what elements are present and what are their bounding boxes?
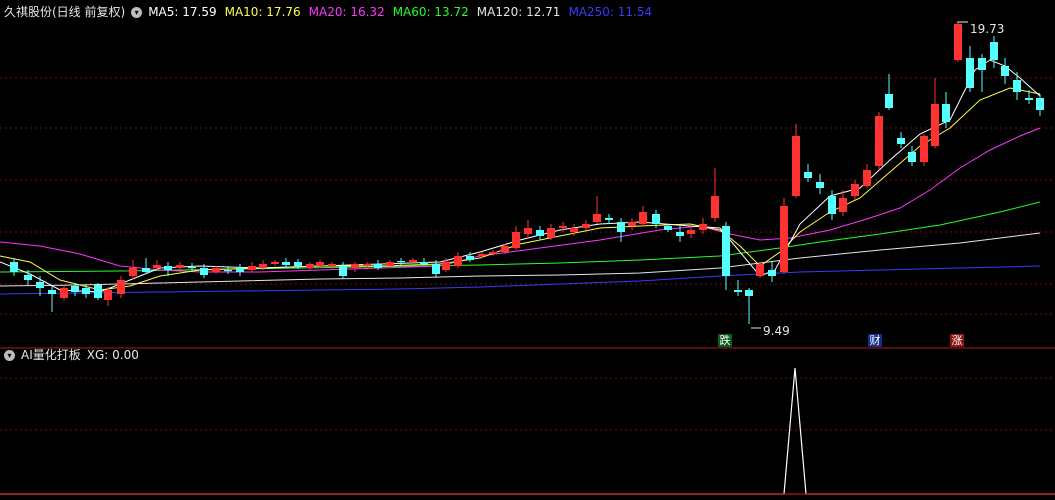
candle — [48, 286, 56, 312]
ma-line — [0, 127, 1041, 273]
candle — [1013, 72, 1021, 100]
candle — [524, 220, 532, 238]
candle — [271, 260, 279, 266]
candle — [94, 283, 102, 300]
ma-line — [0, 59, 1041, 293]
candle — [129, 260, 137, 280]
candle — [734, 280, 742, 296]
candle — [756, 262, 764, 278]
candle — [687, 226, 695, 238]
candle — [478, 252, 486, 258]
candle — [60, 286, 68, 300]
candle — [954, 22, 962, 62]
settings-chevron-icon[interactable]: ▾ — [131, 6, 143, 18]
xg-signal-line — [0, 367, 1055, 495]
candle — [593, 196, 601, 224]
moving-average-lines — [0, 59, 1041, 295]
candle — [142, 258, 150, 274]
candle — [328, 262, 336, 270]
candle — [559, 222, 567, 232]
price-grid — [0, 77, 1055, 315]
candle — [897, 132, 905, 148]
candle — [863, 164, 871, 188]
candle — [978, 54, 986, 92]
candle — [236, 264, 244, 276]
candle — [745, 288, 753, 324]
candle — [306, 262, 314, 270]
candle — [547, 224, 555, 240]
high-price-label: 19.73 — [970, 22, 1004, 36]
candle — [792, 124, 800, 198]
event-badge-finance[interactable]: 财 — [868, 334, 882, 347]
low-price-label: 9.49 — [763, 324, 790, 338]
ma-legend-item: MA10: 17.76 — [224, 5, 301, 19]
candle — [722, 222, 730, 290]
ma-legend-item: MA60: 13.72 — [392, 5, 469, 19]
candle — [875, 112, 883, 170]
candle — [117, 276, 125, 298]
candle — [804, 164, 812, 182]
ma-legend: MA5: 17.59 MA10: 17.76 MA20: 16.32 MA60: 13… — [148, 4, 652, 20]
candle — [851, 180, 859, 200]
candle — [920, 134, 928, 166]
ma-legend-item: MA120: 12.71 — [476, 5, 561, 19]
candle — [711, 168, 719, 222]
indicator-panel-header: ▾ AI量化打板 XG: 0.00 — [4, 347, 139, 363]
candle — [966, 46, 974, 92]
candle — [816, 174, 824, 194]
indicator-chevron-icon[interactable]: ▾ — [4, 349, 15, 361]
candle — [282, 258, 290, 268]
candle — [768, 262, 776, 282]
ma-line — [0, 87, 1041, 291]
candle — [628, 218, 636, 230]
price-panel-header: 久祺股份(日线 前复权) ▾ MA5: 17.59 MA10: 17.76 MA20… — [4, 4, 652, 20]
candle — [931, 78, 939, 148]
candle — [454, 252, 462, 268]
indicator-grid — [0, 377, 1055, 431]
candle — [942, 92, 950, 128]
stock-title: 久祺股份(日线 前复权) — [4, 5, 126, 19]
candle — [10, 258, 18, 276]
candle — [339, 262, 347, 279]
candle — [351, 262, 359, 272]
candle — [639, 206, 647, 226]
candle — [248, 262, 256, 272]
candle — [605, 214, 613, 224]
candle — [512, 226, 520, 250]
event-badge-fall[interactable]: 跌 — [718, 334, 732, 347]
candle — [908, 146, 916, 166]
candle — [582, 220, 590, 230]
ma-legend-item: MA5: 17.59 — [148, 5, 217, 19]
indicator-title: AI量化打板 — [21, 348, 81, 362]
candle — [839, 190, 847, 216]
xg-value: XG: 0.00 — [86, 348, 139, 362]
candle — [617, 218, 625, 242]
candle — [1036, 94, 1044, 116]
candle — [780, 198, 788, 274]
kline-chart-canvas[interactable]: 19.73 9.49 — [0, 0, 1055, 500]
candle — [1001, 58, 1009, 84]
candle — [212, 266, 220, 274]
candle — [885, 74, 893, 110]
ma-legend-item: MA250: 11.54 — [568, 5, 653, 19]
candle — [536, 226, 544, 240]
ma-legend-item: MA20: 16.32 — [308, 5, 385, 19]
candle — [316, 260, 324, 268]
event-badge-rise[interactable]: 涨 — [950, 334, 964, 347]
